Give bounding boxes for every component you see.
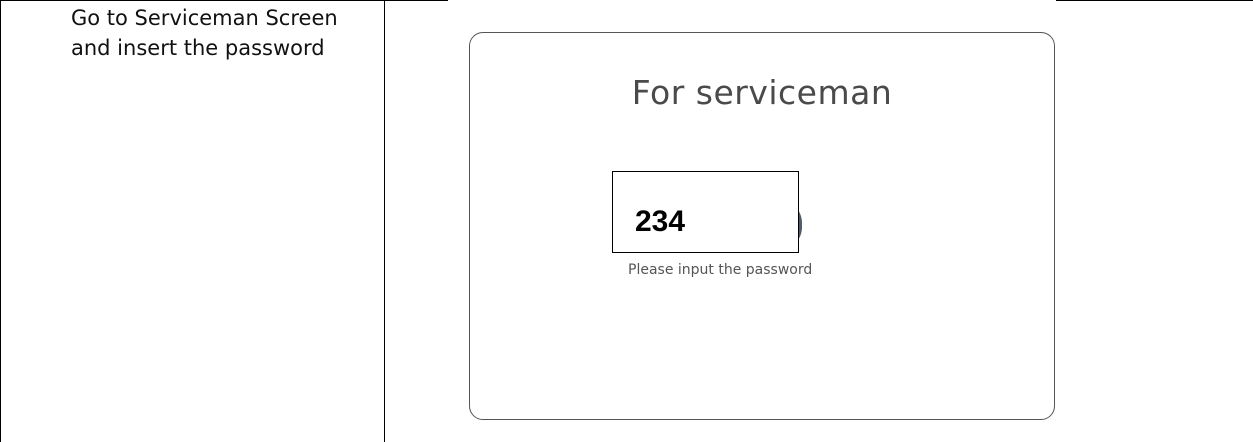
image-top-gap	[448, 0, 1056, 2]
panel-title: For serviceman	[631, 73, 893, 112]
instruction-cell: Go to Serviceman Screen and insert the p…	[1, 1, 384, 442]
instruction-text: Go to Serviceman Screen and insert the p…	[71, 6, 338, 60]
password-hint: Please input the password	[628, 262, 813, 278]
table-column-divider	[384, 0, 385, 442]
password-input[interactable]	[612, 171, 799, 253]
